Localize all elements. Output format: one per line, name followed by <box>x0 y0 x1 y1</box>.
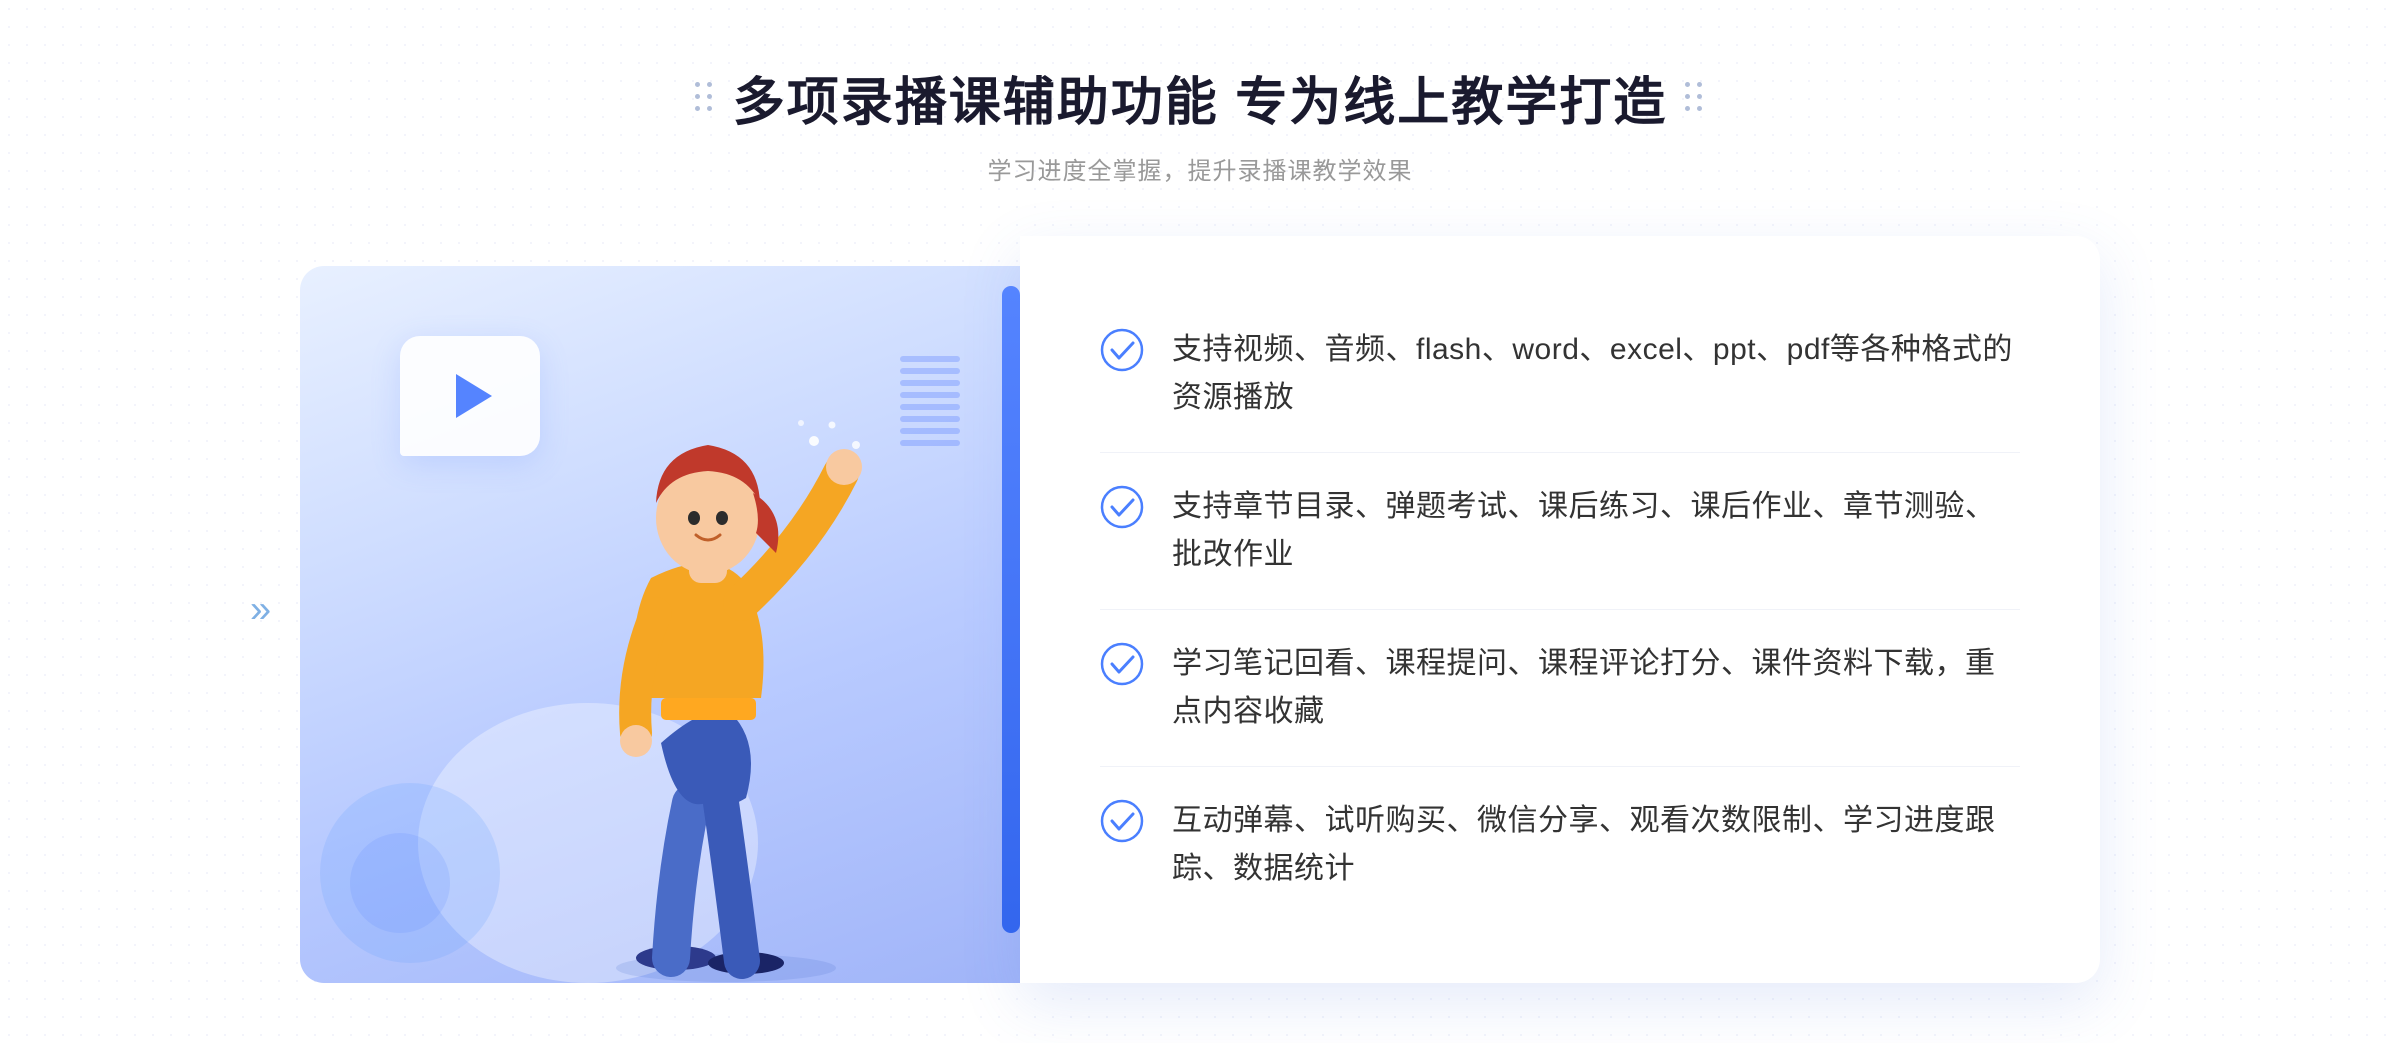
left-chevrons: » <box>250 588 271 631</box>
page-title: 多项录播课辅助功能 专为线上教学打造 <box>733 60 1667 135</box>
play-bubble <box>400 336 540 456</box>
play-icon <box>456 374 492 418</box>
page-subtitle: 学习进度全掌握，提升录播课教学效果 <box>695 151 1705 186</box>
check-icon-3 <box>1100 642 1144 686</box>
title-row: 多项录播课辅助功能 专为线上教学打造 <box>695 60 1705 135</box>
check-icon-2 <box>1100 485 1144 529</box>
features-card: 支持视频、音频、flash、word、excel、ppt、pdf等各种格式的资源… <box>1020 236 2100 983</box>
check-icon-4 <box>1100 799 1144 843</box>
feature-text-3: 学习笔记回看、课程提问、课程评论打分、课件资料下载，重点内容收藏 <box>1172 640 2020 736</box>
feature-text-1: 支持视频、音频、flash、word、excel、ppt、pdf等各种格式的资源… <box>1172 326 2020 422</box>
illustration-area: » <box>300 236 1020 983</box>
content-section: » 支持视频、音频、flash、word、excel、ppt、pdf等各种格式的… <box>300 236 2100 983</box>
blue-bar <box>1002 286 1020 933</box>
feature-text-2: 支持章节目录、弹题考试、课后练习、课后作业、章节测验、批改作业 <box>1172 483 2020 579</box>
feature-item-3: 学习笔记回看、课程提问、课程评论打分、课件资料下载，重点内容收藏 <box>1100 610 2020 767</box>
chevron-double-icon: » <box>250 588 271 631</box>
person-figure <box>546 403 926 983</box>
right-dot-grid <box>1685 82 1705 114</box>
feature-item-4: 互动弹幕、试听购买、微信分享、观看次数限制、学习进度跟踪、数据统计 <box>1100 767 2020 923</box>
check-icon-1 <box>1100 328 1144 372</box>
page-wrapper: 多项录播课辅助功能 专为线上教学打造 学习进度全掌握，提升录播课教学效果 <box>0 0 2400 1043</box>
left-dot-grid <box>695 82 715 114</box>
deco-circle-small <box>350 833 450 933</box>
feature-item-2: 支持章节目录、弹题考试、课后练习、课后作业、章节测验、批改作业 <box>1100 453 2020 610</box>
feature-text-4: 互动弹幕、试听购买、微信分享、观看次数限制、学习进度跟踪、数据统计 <box>1172 797 2020 893</box>
feature-item-1: 支持视频、音频、flash、word、excel、ppt、pdf等各种格式的资源… <box>1100 296 2020 453</box>
header-section: 多项录播课辅助功能 专为线上教学打造 学习进度全掌握，提升录播课教学效果 <box>695 60 1705 186</box>
